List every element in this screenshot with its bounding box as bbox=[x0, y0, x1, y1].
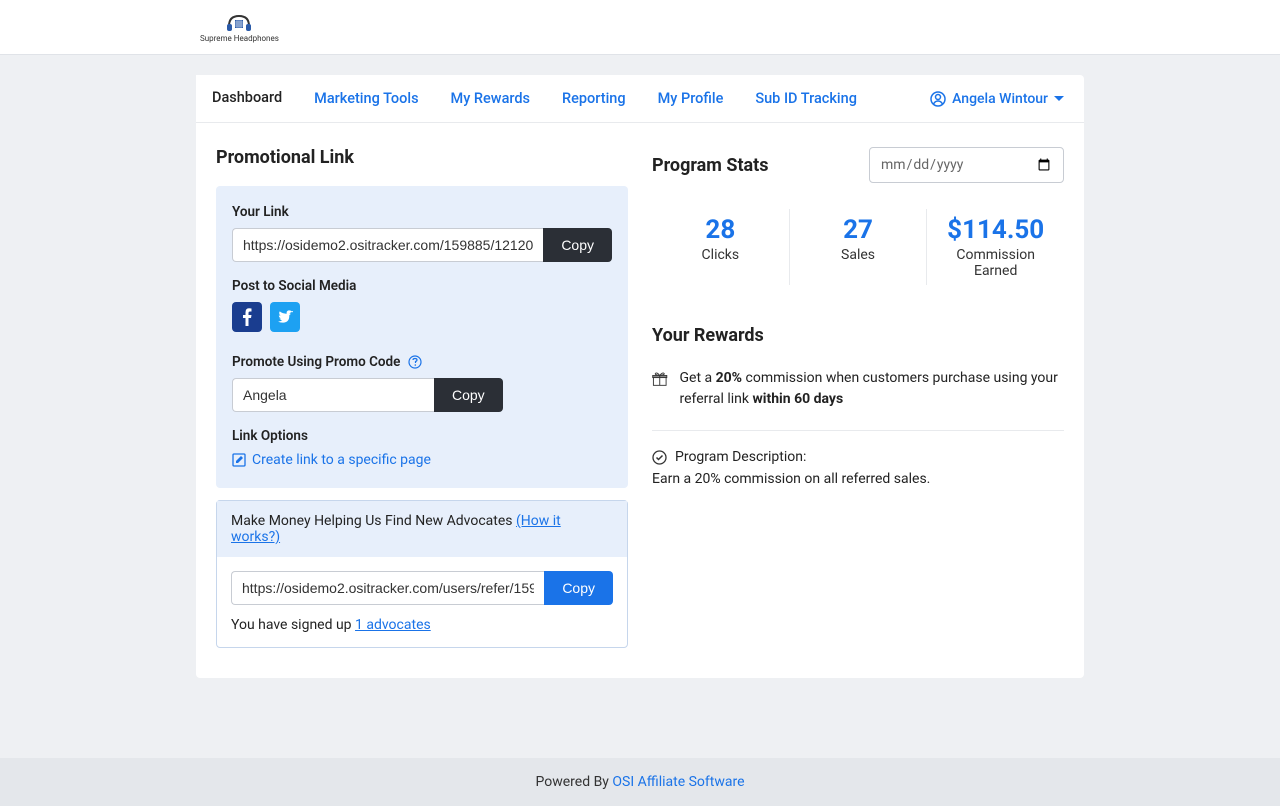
user-icon bbox=[930, 91, 946, 107]
stats-date-input[interactable] bbox=[869, 147, 1064, 183]
stat-commission-value: $114.50 bbox=[937, 215, 1054, 245]
twitter-share-button[interactable] bbox=[270, 302, 300, 332]
link-options-label: Link Options bbox=[232, 428, 612, 444]
brand-name: Supreme Headphones bbox=[200, 34, 279, 43]
footer: Powered By OSI Affiliate Software bbox=[0, 758, 1280, 806]
stat-clicks-value: 28 bbox=[662, 215, 779, 245]
tab-reporting[interactable]: Reporting bbox=[546, 76, 642, 121]
your-link-label: Your Link bbox=[232, 204, 612, 220]
brand-logo: Supreme Headphones bbox=[200, 12, 279, 43]
refer-link-input[interactable] bbox=[231, 571, 544, 605]
advocate-header: Make Money Helping Us Find New Advocates… bbox=[217, 501, 627, 557]
rewards-description: Get a 20% commission when customers purc… bbox=[680, 368, 1065, 410]
tab-marketing-tools[interactable]: Marketing Tools bbox=[298, 76, 434, 121]
program-description-label: Program Description: bbox=[652, 449, 1064, 465]
edit-icon bbox=[232, 453, 246, 467]
tab-my-rewards[interactable]: My Rewards bbox=[435, 76, 546, 121]
create-specific-link[interactable]: Create link to a specific page bbox=[232, 452, 612, 468]
nav-tabs: Dashboard Marketing Tools My Rewards Rep… bbox=[196, 75, 1084, 123]
facebook-share-button[interactable] bbox=[232, 302, 262, 332]
user-menu[interactable]: Angela Wintour bbox=[930, 91, 1084, 107]
advocates-count-link[interactable]: 1 advocates bbox=[355, 617, 431, 633]
user-name: Angela Wintour bbox=[952, 91, 1048, 107]
copy-refer-link-button[interactable]: Copy bbox=[544, 571, 613, 605]
copy-link-button[interactable]: Copy bbox=[543, 228, 612, 262]
stat-commission-label: Commission Earned bbox=[937, 247, 1054, 279]
promo-code-label: Promote Using Promo Code bbox=[232, 354, 612, 370]
stat-clicks-label: Clicks bbox=[662, 247, 779, 263]
check-circle-icon bbox=[652, 450, 667, 465]
your-rewards-title: Your Rewards bbox=[652, 325, 1064, 346]
copy-promo-code-button[interactable]: Copy bbox=[434, 378, 503, 412]
program-stats-title: Program Stats bbox=[652, 155, 769, 176]
promo-code-input[interactable] bbox=[232, 378, 434, 412]
gift-icon bbox=[652, 368, 668, 390]
your-link-input[interactable] bbox=[232, 228, 543, 262]
tab-sub-id-tracking[interactable]: Sub ID Tracking bbox=[739, 76, 873, 121]
twitter-icon bbox=[277, 310, 293, 324]
stat-sales-label: Sales bbox=[800, 247, 917, 263]
tab-dashboard[interactable]: Dashboard bbox=[196, 75, 298, 122]
stat-sales: 27 Sales bbox=[790, 209, 928, 285]
program-description-text: Earn a 20% commission on all referred sa… bbox=[652, 471, 1064, 487]
footer-link[interactable]: OSI Affiliate Software bbox=[612, 774, 744, 790]
post-social-label: Post to Social Media bbox=[232, 278, 612, 294]
stat-commission: $114.50 Commission Earned bbox=[927, 209, 1064, 285]
facebook-icon bbox=[242, 308, 252, 326]
stat-sales-value: 27 bbox=[800, 215, 917, 245]
advocates-count-text: You have signed up 1 advocates bbox=[231, 617, 613, 633]
chevron-down-icon bbox=[1054, 96, 1064, 102]
tab-my-profile[interactable]: My Profile bbox=[642, 76, 740, 121]
promo-link-title: Promotional Link bbox=[216, 147, 628, 168]
headphones-icon bbox=[225, 12, 253, 32]
stat-clicks: 28 Clicks bbox=[652, 209, 790, 285]
help-icon[interactable] bbox=[408, 355, 422, 369]
